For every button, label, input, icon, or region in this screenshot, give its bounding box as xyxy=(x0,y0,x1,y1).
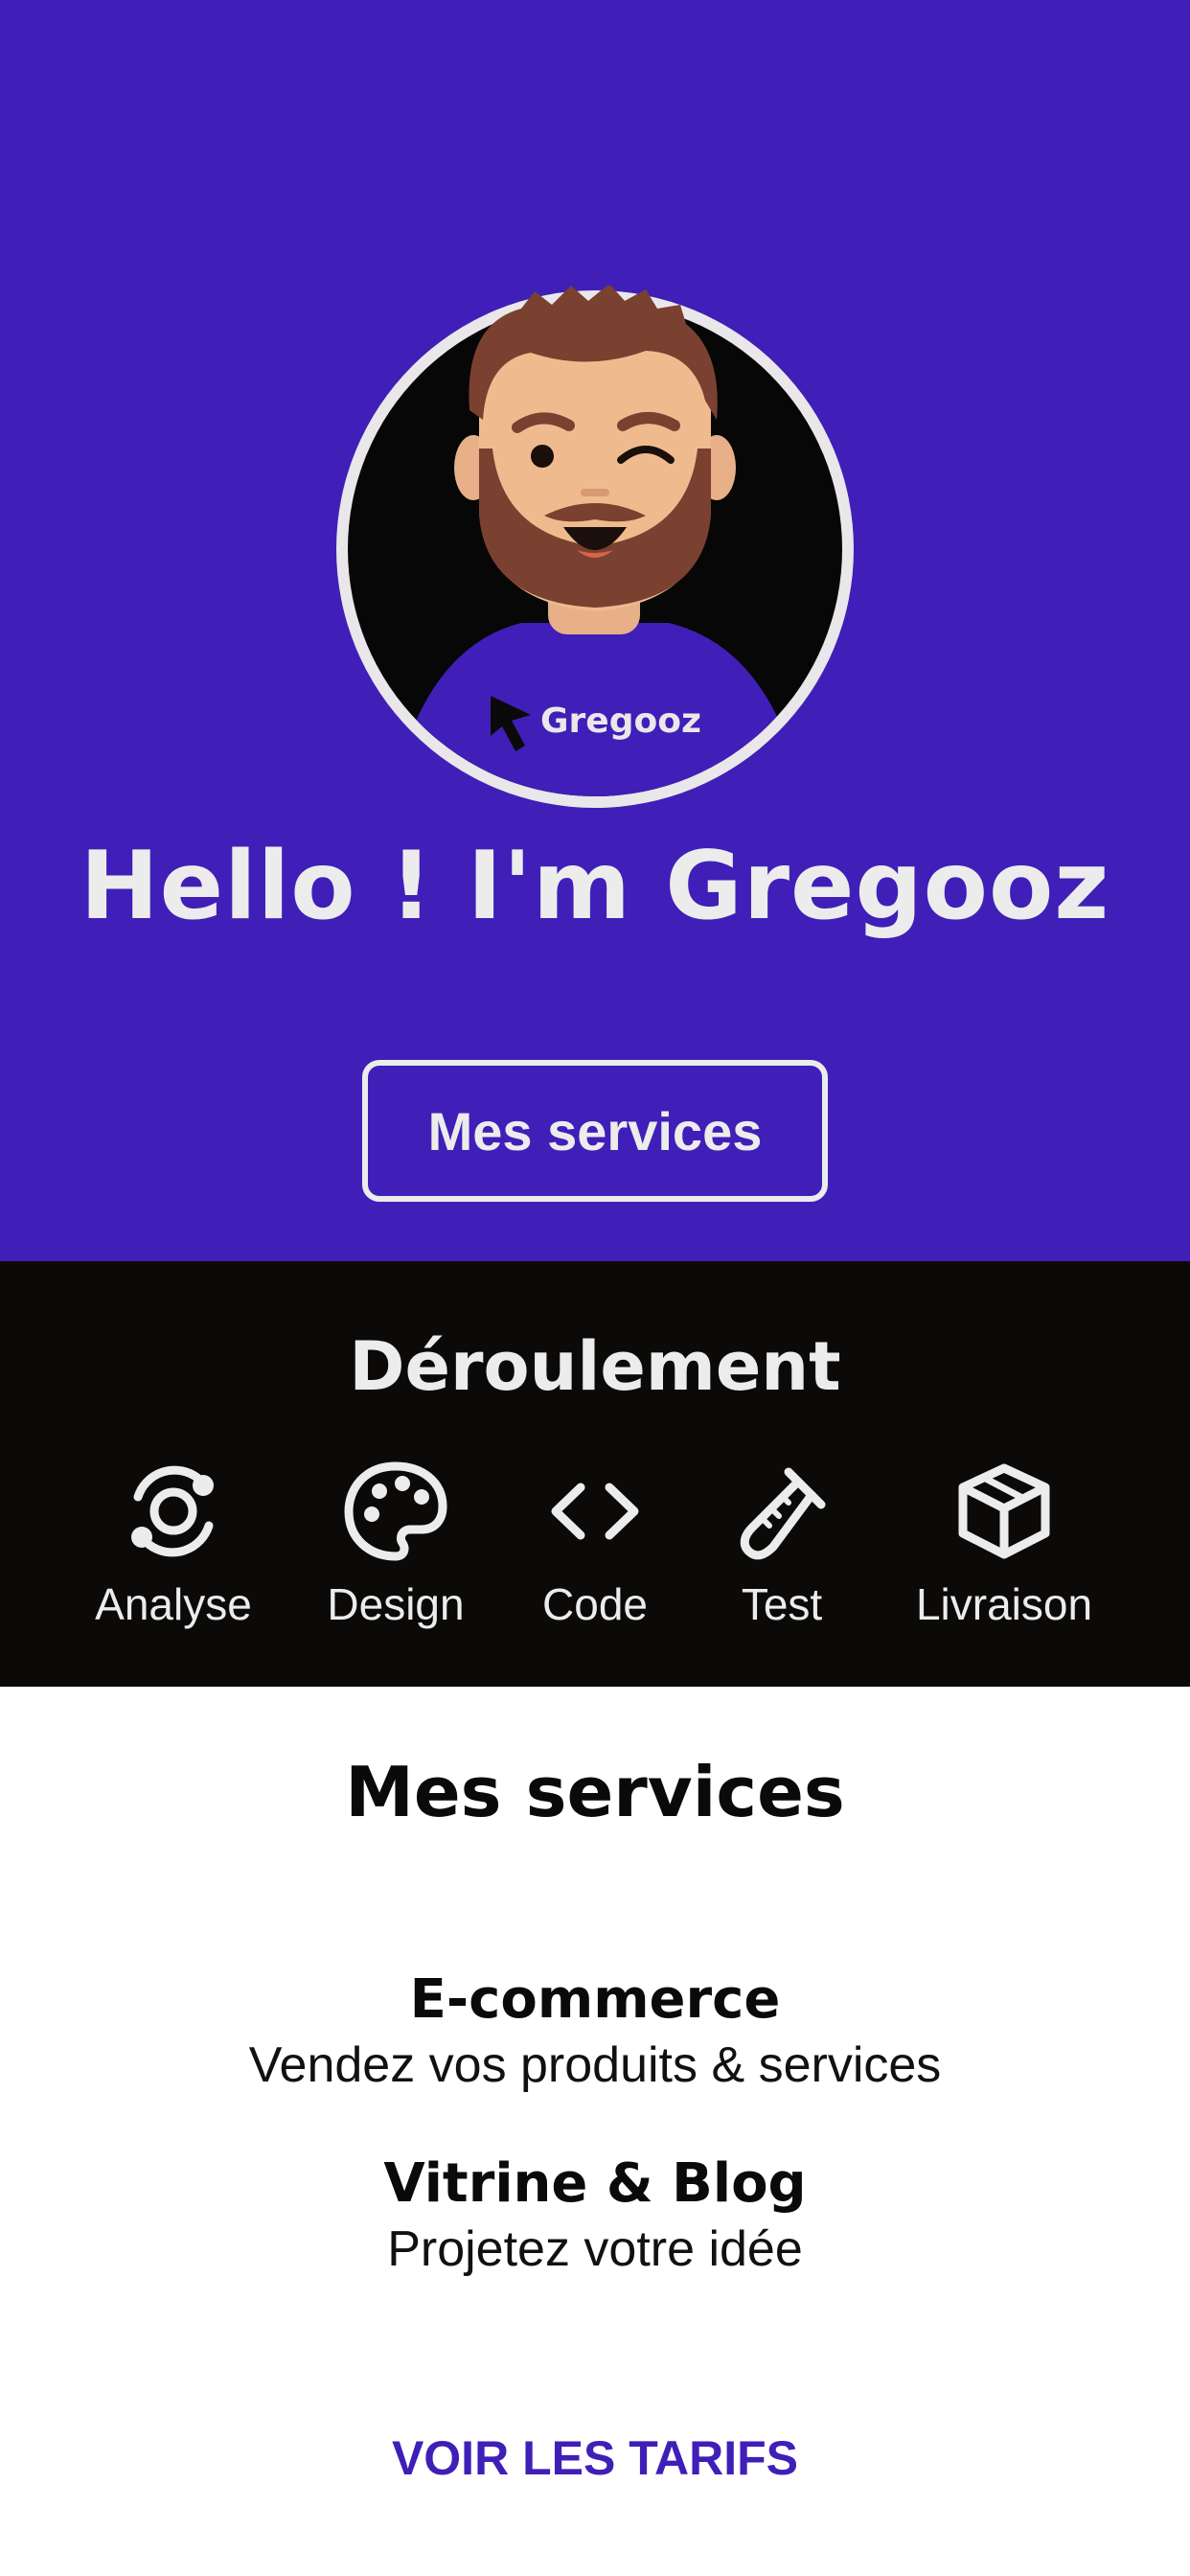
code-brackets-icon xyxy=(551,1483,639,1540)
step-label: Livraison xyxy=(915,1579,1093,1629)
service-name: E-commerce xyxy=(409,1968,781,2031)
mes-services-button[interactable]: Mes services xyxy=(362,1060,828,1202)
services-title: Mes services xyxy=(345,1752,845,1832)
step-code: Code xyxy=(490,1459,700,1631)
service-item-ecommerce: E-commerce Vendez vos produits & service… xyxy=(0,1966,1190,2097)
hero-section: Gregooz Hello ! I'm Gregooz Mes services xyxy=(0,0,1190,1261)
step-label: Design xyxy=(327,1579,465,1629)
test-tube-icon xyxy=(740,1467,826,1560)
voir-les-tarifs-link[interactable]: VOIR LES TARIFS xyxy=(0,2425,1190,2492)
service-item-vitrine-blog: Vitrine & Blog Projetez votre idée xyxy=(0,2150,1190,2281)
services-section: Mes services E-commerce Vendez vos produ… xyxy=(0,1687,1190,2576)
package-icon xyxy=(958,1463,1050,1559)
service-description: Projetez votre idée xyxy=(387,2221,803,2277)
step-design: Design xyxy=(290,1459,501,1631)
avatar: Gregooz xyxy=(330,286,860,811)
step-analyse: Analyse xyxy=(68,1459,279,1631)
process-section: Déroulement Analyse Design Code Test Liv… xyxy=(0,1261,1190,1687)
hero-title: Hello ! I'm Gregooz xyxy=(80,832,1110,941)
cartoon-avatar-icon: Gregooz xyxy=(336,286,854,808)
step-label: Test xyxy=(741,1579,823,1629)
orbit-icon xyxy=(131,1465,214,1557)
step-livraison: Livraison xyxy=(899,1459,1110,1631)
service-name: Vitrine & Blog xyxy=(383,2152,807,2215)
step-test: Test xyxy=(676,1459,887,1631)
step-label: Analyse xyxy=(95,1579,252,1629)
process-title: Déroulement xyxy=(349,1327,841,1406)
palette-icon xyxy=(344,1461,447,1561)
step-label: Code xyxy=(542,1579,648,1629)
service-description: Vendez vos produits & services xyxy=(248,2037,942,2093)
svg-text:Gregooz: Gregooz xyxy=(540,702,701,741)
